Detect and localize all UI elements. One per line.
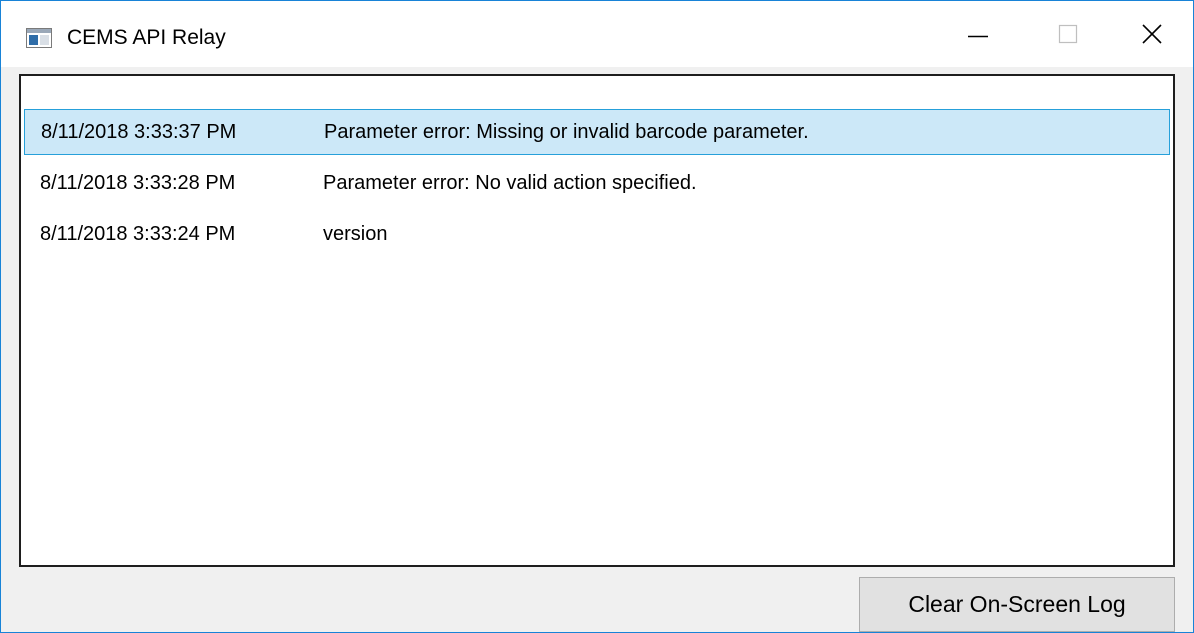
minimize-icon: [968, 35, 988, 38]
maximize-button[interactable]: [1023, 1, 1113, 67]
window-title: CEMS API Relay: [67, 26, 226, 49]
app-window-icon: [26, 28, 52, 48]
log-list[interactable]: 8/11/2018 3:33:37 PM Parameter error: Mi…: [19, 74, 1175, 567]
log-timestamp: 8/11/2018 3:33:37 PM: [41, 121, 237, 143]
minimize-button[interactable]: [933, 1, 1023, 67]
maximize-icon: [1058, 24, 1078, 44]
log-message: version: [323, 223, 388, 245]
log-message: Parameter error: No valid action specifi…: [323, 172, 697, 194]
close-button[interactable]: [1111, 1, 1193, 67]
log-entry[interactable]: 8/11/2018 3:33:37 PM Parameter error: Mi…: [24, 109, 1170, 155]
app-window: CEMS API Relay 8/11/2018 3:33:37 PM Para…: [0, 0, 1194, 633]
log-entry[interactable]: 8/11/2018 3:33:24 PM version: [24, 212, 1170, 258]
close-icon: [1142, 24, 1162, 44]
log-message: Parameter error: Missing or invalid barc…: [324, 121, 809, 143]
log-timestamp: 8/11/2018 3:33:28 PM: [40, 172, 236, 194]
log-timestamp: 8/11/2018 3:33:24 PM: [40, 223, 236, 245]
clear-log-button[interactable]: Clear On-Screen Log: [859, 577, 1175, 632]
log-entry[interactable]: 8/11/2018 3:33:28 PM Parameter error: No…: [24, 161, 1170, 207]
title-bar[interactable]: CEMS API Relay: [1, 1, 1193, 67]
